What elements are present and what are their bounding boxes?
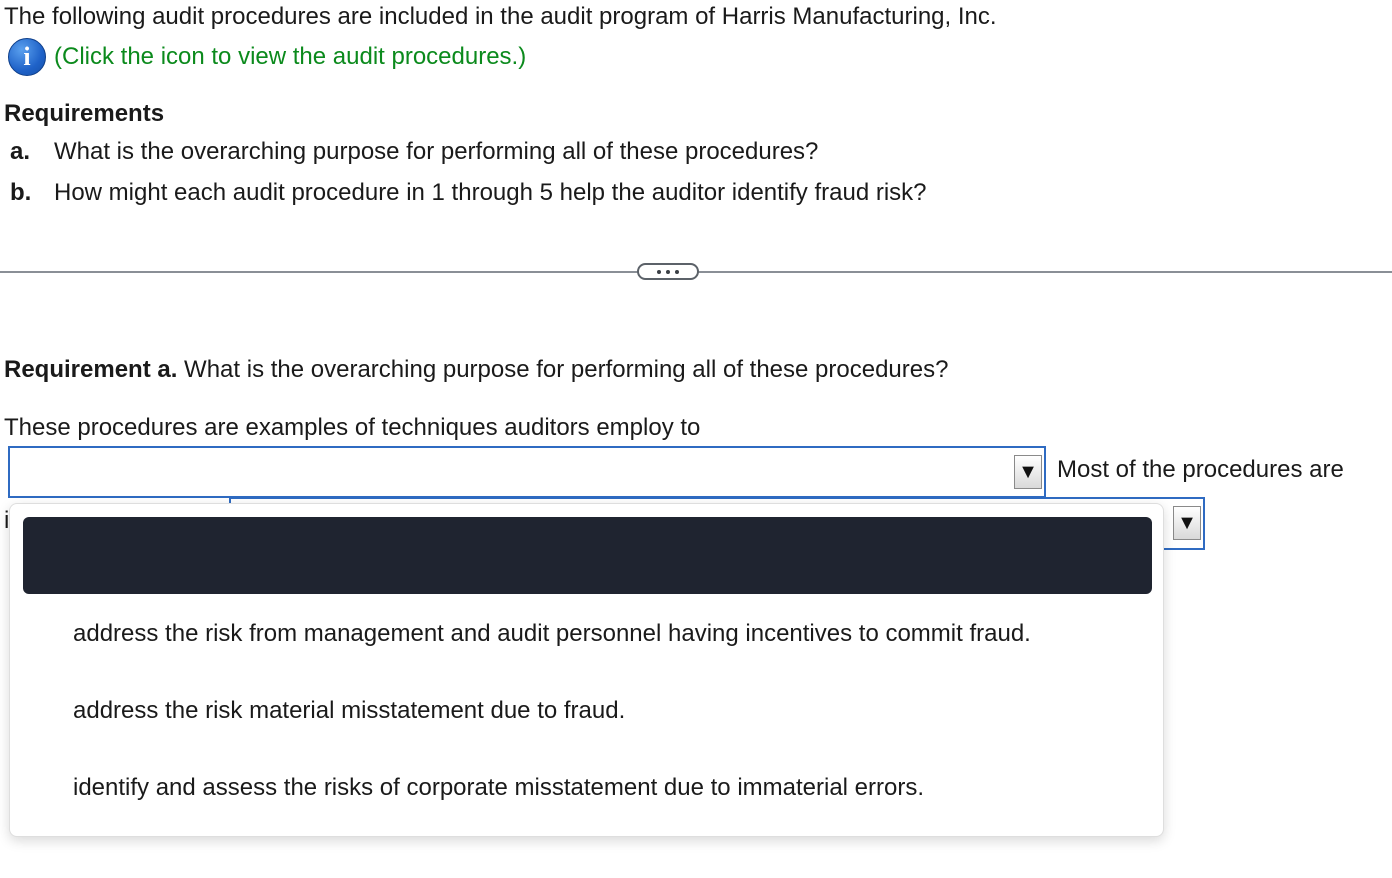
- requirement-item-b: b. How might each audit procedure in 1 t…: [10, 179, 927, 207]
- requirements-title: Requirements: [4, 100, 165, 127]
- info-row: i (Click the icon to view the audit proc…: [8, 38, 526, 76]
- dropdown-option[interactable]: address the risk from management and aud…: [73, 620, 1031, 648]
- chevron-down-icon[interactable]: ▼: [1014, 455, 1042, 489]
- info-icon-glyph: i: [23, 42, 31, 71]
- procedures-sentence: These procedures are examples of techniq…: [4, 414, 701, 441]
- requirement-a-heading: Requirement a. What is the overarching p…: [4, 356, 948, 384]
- most-procedures-text: Most of the procedures are: [1057, 456, 1344, 483]
- requirement-letter: a.: [10, 138, 31, 165]
- chevron-down-icon[interactable]: ▼: [1173, 506, 1201, 540]
- ellipsis-icon: [666, 269, 670, 274]
- dropdown-menu: address the risk from management and aud…: [9, 503, 1164, 837]
- requirement-item-a: a. What is the overarching purpose for p…: [10, 138, 818, 166]
- ellipsis-icon: [675, 269, 679, 274]
- intro-text: The following audit procedures are inclu…: [4, 3, 997, 30]
- info-icon[interactable]: i: [8, 38, 46, 76]
- requirement-text: What is the overarching purpose for perf…: [54, 138, 819, 165]
- view-procedures-link[interactable]: (Click the icon to view the audit proced…: [54, 43, 526, 71]
- purpose-select[interactable]: ▼: [8, 446, 1046, 498]
- requirement-a-question: What is the overarching purpose for perf…: [177, 356, 949, 383]
- requirement-letter: b.: [10, 179, 32, 206]
- requirement-text: How might each audit procedure in 1 thro…: [54, 179, 927, 206]
- ellipsis-icon: [657, 269, 661, 274]
- dropdown-option-highlighted[interactable]: [23, 517, 1152, 594]
- expand-button[interactable]: [637, 263, 699, 280]
- dropdown-option[interactable]: identify and assess the risks of corpora…: [73, 774, 924, 802]
- requirement-a-label: Requirement a.: [4, 356, 178, 383]
- dropdown-option[interactable]: address the risk material misstatement d…: [73, 697, 625, 725]
